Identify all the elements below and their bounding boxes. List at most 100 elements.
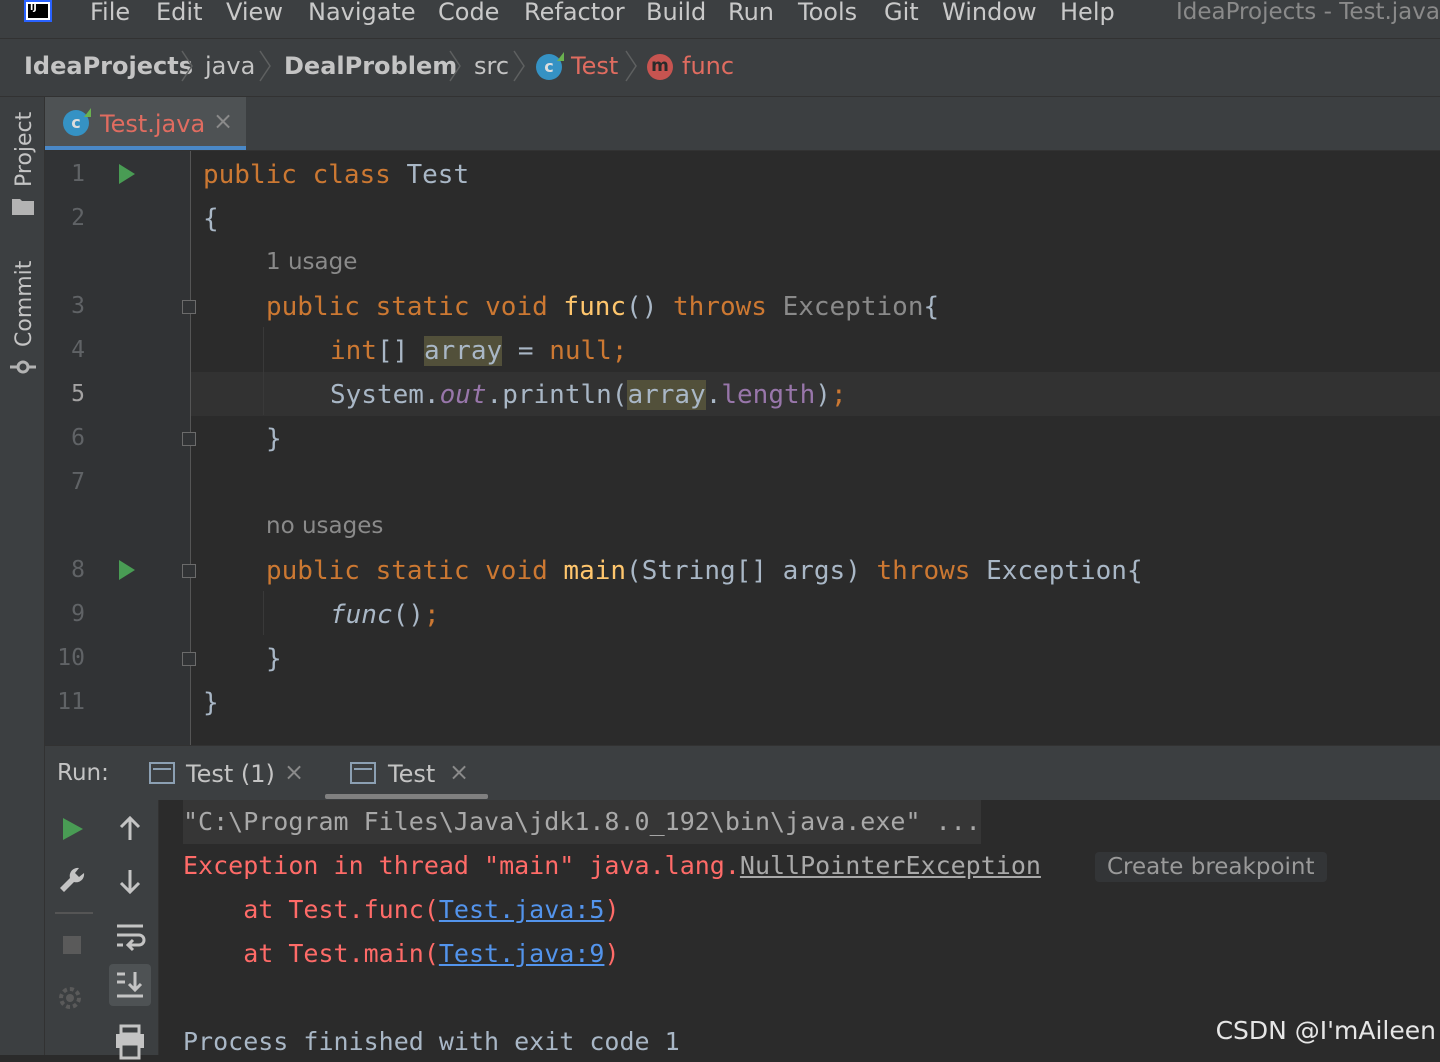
code-line-3: public static void func() throws Excepti… xyxy=(266,285,939,329)
wrench-icon[interactable] xyxy=(51,860,93,902)
fold-marker-icon[interactable] xyxy=(182,432,196,446)
source-link[interactable]: Test.java:9 xyxy=(439,939,605,968)
class-name: Test xyxy=(406,160,470,190)
scroll-to-end-icon xyxy=(117,972,143,998)
class-icon: c xyxy=(536,54,562,80)
line-number: 11 xyxy=(57,689,85,715)
breadcrumb: IdeaProjects java DealProblem src c Test… xyxy=(0,39,1440,97)
variable-highlight: array xyxy=(423,336,503,366)
keyword: throws xyxy=(673,292,783,322)
menu-refactor[interactable]: Refactor xyxy=(524,0,625,24)
chevron-right-icon xyxy=(625,50,637,82)
code-line-11: } xyxy=(203,681,219,725)
field: length xyxy=(721,380,816,410)
brace: { xyxy=(923,292,940,322)
down-arrow-icon[interactable] xyxy=(109,860,151,902)
fold-marker-icon[interactable] xyxy=(182,652,196,666)
close-icon[interactable]: × xyxy=(449,758,469,786)
breadcrumb-dealproblem[interactable]: DealProblem xyxy=(284,51,457,81)
code-line-1: public class Test xyxy=(203,153,469,197)
up-arrow-icon[interactable] xyxy=(109,808,151,850)
menu-file[interactable]: File xyxy=(90,0,130,24)
fold-marker-icon[interactable] xyxy=(182,300,196,314)
menu-edit[interactable]: Edit xyxy=(156,0,202,24)
paren: ) xyxy=(604,939,620,968)
method-call: func xyxy=(330,600,393,630)
run-tab-test[interactable]: Test × xyxy=(345,746,485,800)
close-icon[interactable]: × xyxy=(284,758,304,786)
menu-code[interactable]: Code xyxy=(438,0,499,24)
menu-run[interactable]: Run xyxy=(728,0,774,24)
menu-tools[interactable]: Tools xyxy=(798,0,857,24)
code-line-10: } xyxy=(266,637,282,681)
operator: = xyxy=(502,336,550,366)
code-line-9: func(); xyxy=(330,593,440,637)
run-tab-test-1[interactable]: Test (1) × xyxy=(145,746,315,800)
intellij-logo-icon: IJ xyxy=(24,0,52,22)
scroll-to-end-button[interactable] xyxy=(109,964,151,1006)
method-icon: m xyxy=(647,54,673,80)
breadcrumb-src[interactable]: src xyxy=(474,51,509,81)
breadcrumb-func[interactable]: func xyxy=(682,51,734,81)
console-command-line: "C:\Program Files\Java\jdk1.8.0_192\bin\… xyxy=(183,800,981,844)
keyword: public static void xyxy=(266,556,564,586)
exception-name-link[interactable]: NullPointerException xyxy=(740,851,1041,880)
commit-icon[interactable] xyxy=(10,357,36,377)
menu-navigate[interactable]: Navigate xyxy=(308,0,416,24)
run-panel-header: Run: Test (1) × Test × xyxy=(45,745,1440,801)
run-gutter-icon[interactable] xyxy=(119,164,135,184)
stop-icon[interactable] xyxy=(51,924,93,966)
menu-window[interactable]: Window xyxy=(942,0,1037,24)
menu-build[interactable]: Build xyxy=(646,0,706,24)
usage-inlay-hint[interactable]: no usages xyxy=(266,513,383,539)
tab-close-icon[interactable]: × xyxy=(213,107,233,135)
active-tab-indicator xyxy=(325,794,488,799)
exception-type: Exception{ xyxy=(986,556,1143,586)
tab-test-java[interactable]: c Test.java × xyxy=(45,97,246,150)
semicolon: ; xyxy=(830,380,847,410)
breadcrumb-ideaprojects[interactable]: IdeaProjects xyxy=(24,51,193,81)
menu-git[interactable]: Git xyxy=(884,0,919,24)
paren: ) xyxy=(815,380,831,410)
run-tab-label: Test (1) xyxy=(186,760,275,788)
fold-marker-icon[interactable] xyxy=(182,564,196,578)
stacktrace-prefix: at Test.main( xyxy=(183,939,439,968)
window-title: IdeaProjects - Test.java xyxy=(1175,0,1440,25)
dot: . xyxy=(705,380,722,410)
parens: () xyxy=(392,600,424,630)
keyword: throws xyxy=(876,556,987,586)
line-number: 2 xyxy=(71,205,85,231)
chevron-right-icon xyxy=(449,50,461,82)
keyword: null; xyxy=(549,336,628,366)
static-field: out xyxy=(439,380,487,410)
debug-gear-icon[interactable] xyxy=(51,976,93,1018)
code-line-6: } xyxy=(266,417,282,461)
brace: { xyxy=(203,204,219,234)
code-editor[interactable]: 1 2 3 4 5 6 7 8 9 10 11 public class Tes… xyxy=(45,151,1440,745)
exception-prefix: Exception in thread "main" java.lang. xyxy=(183,851,740,880)
print-icon[interactable] xyxy=(109,1020,151,1062)
breadcrumb-test[interactable]: Test xyxy=(571,51,618,81)
chevron-right-icon xyxy=(513,50,525,82)
project-tool-button[interactable]: Project xyxy=(12,112,37,187)
breadcrumb-java[interactable]: java xyxy=(205,51,255,81)
run-gutter-icon[interactable] xyxy=(119,560,135,580)
indent-guide xyxy=(263,327,264,415)
run-tab-label: Test xyxy=(388,760,436,788)
console-stacktrace-line: at Test.func(Test.java:5) xyxy=(183,888,619,932)
soft-wrap-icon[interactable] xyxy=(109,914,151,956)
line-number: 8 xyxy=(71,557,85,583)
tab-label: Test.java xyxy=(100,110,206,138)
commit-tool-button[interactable]: Commit xyxy=(12,261,37,347)
menu-help[interactable]: Help xyxy=(1060,0,1115,24)
rerun-icon[interactable] xyxy=(51,808,93,850)
folder-icon[interactable] xyxy=(12,197,34,215)
line-number: 10 xyxy=(57,645,85,671)
method-name: main xyxy=(563,556,627,586)
semicolon: ; xyxy=(423,600,440,630)
source-link[interactable]: Test.java:5 xyxy=(439,895,605,924)
menu-view[interactable]: View xyxy=(226,0,283,24)
create-breakpoint-button[interactable]: Create breakpoint xyxy=(1095,852,1327,882)
usage-inlay-hint[interactable]: 1 usage xyxy=(266,249,357,275)
line-number: 7 xyxy=(71,469,85,495)
